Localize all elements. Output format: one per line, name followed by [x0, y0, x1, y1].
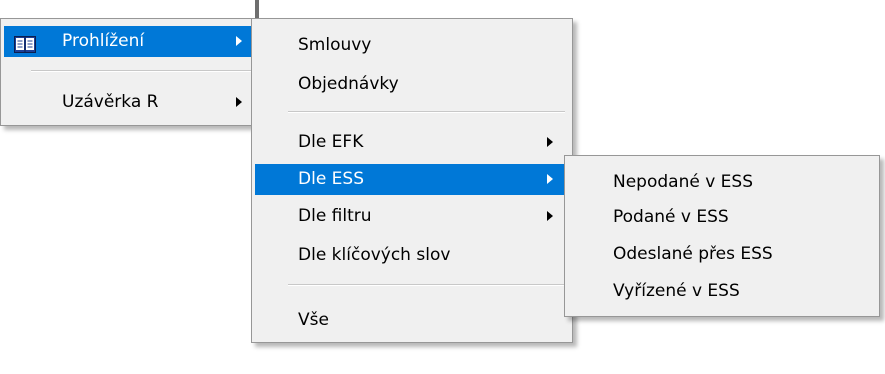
menu-item-dle-filtru[interactable]: Dle filtru: [255, 201, 569, 232]
menu-item-label: Vyřízené v ESS: [613, 281, 740, 301]
chevron-right-icon: [547, 211, 553, 221]
chevron-right-icon: [547, 174, 553, 184]
menu-item-prohlizeni[interactable]: Prohlížení: [4, 26, 257, 57]
menu-item-podane-v-ess[interactable]: Podané v ESS: [568, 202, 876, 233]
menu-item-smlouvy[interactable]: Smlouvy: [255, 30, 569, 61]
menu-separator: [288, 111, 565, 113]
menu-item-vse[interactable]: Vše: [255, 305, 569, 336]
menu-item-label: Dle filtru: [298, 206, 372, 226]
chevron-right-icon: [236, 36, 242, 46]
main-menu: Prohlížení Uzávěrka R: [0, 18, 262, 126]
menu-item-vyrizene-v-ess[interactable]: Vyřízené v ESS: [568, 276, 876, 307]
prohlizeni-submenu: Smlouvy Objednávky Dle EFK Dle ESS Dle f…: [251, 18, 573, 343]
menu-item-label: Dle EFK: [298, 132, 364, 152]
book-icon: [14, 33, 36, 53]
window-edge: [255, 0, 259, 18]
menu-item-dle-klicovych-slov[interactable]: Dle klíčových slov: [255, 240, 569, 271]
chevron-right-icon: [547, 137, 553, 147]
menu-item-uzaverka[interactable]: Uzávěrka R: [4, 87, 257, 118]
menu-item-label: Objednávky: [298, 74, 399, 94]
menu-item-label: Prohlížení: [62, 31, 145, 51]
menu-item-label: Smlouvy: [298, 35, 372, 55]
menu-item-label: Odeslané přes ESS: [613, 244, 773, 264]
menu-item-label: Dle klíčových slov: [298, 245, 451, 265]
ess-submenu: Nepodané v ESS Podané v ESS Odeslané pře…: [564, 155, 880, 317]
menu-item-dle-efk[interactable]: Dle EFK: [255, 127, 569, 158]
menu-item-label: Vše: [298, 310, 329, 330]
menu-item-objednavky[interactable]: Objednávky: [255, 69, 569, 100]
menu-item-label: Podané v ESS: [613, 207, 729, 227]
chevron-right-icon: [236, 97, 242, 107]
menu-item-label: Uzávěrka R: [62, 92, 159, 112]
menu-item-nepodane-v-ess[interactable]: Nepodané v ESS: [568, 167, 876, 198]
menu-separator: [288, 284, 565, 286]
menu-item-label: Dle ESS: [298, 169, 364, 189]
menu-item-dle-ess[interactable]: Dle ESS: [255, 164, 569, 195]
menu-separator: [31, 70, 253, 72]
menu-item-odeslane-pres-ess[interactable]: Odeslané přes ESS: [568, 239, 876, 270]
menu-item-label: Nepodané v ESS: [613, 172, 754, 192]
